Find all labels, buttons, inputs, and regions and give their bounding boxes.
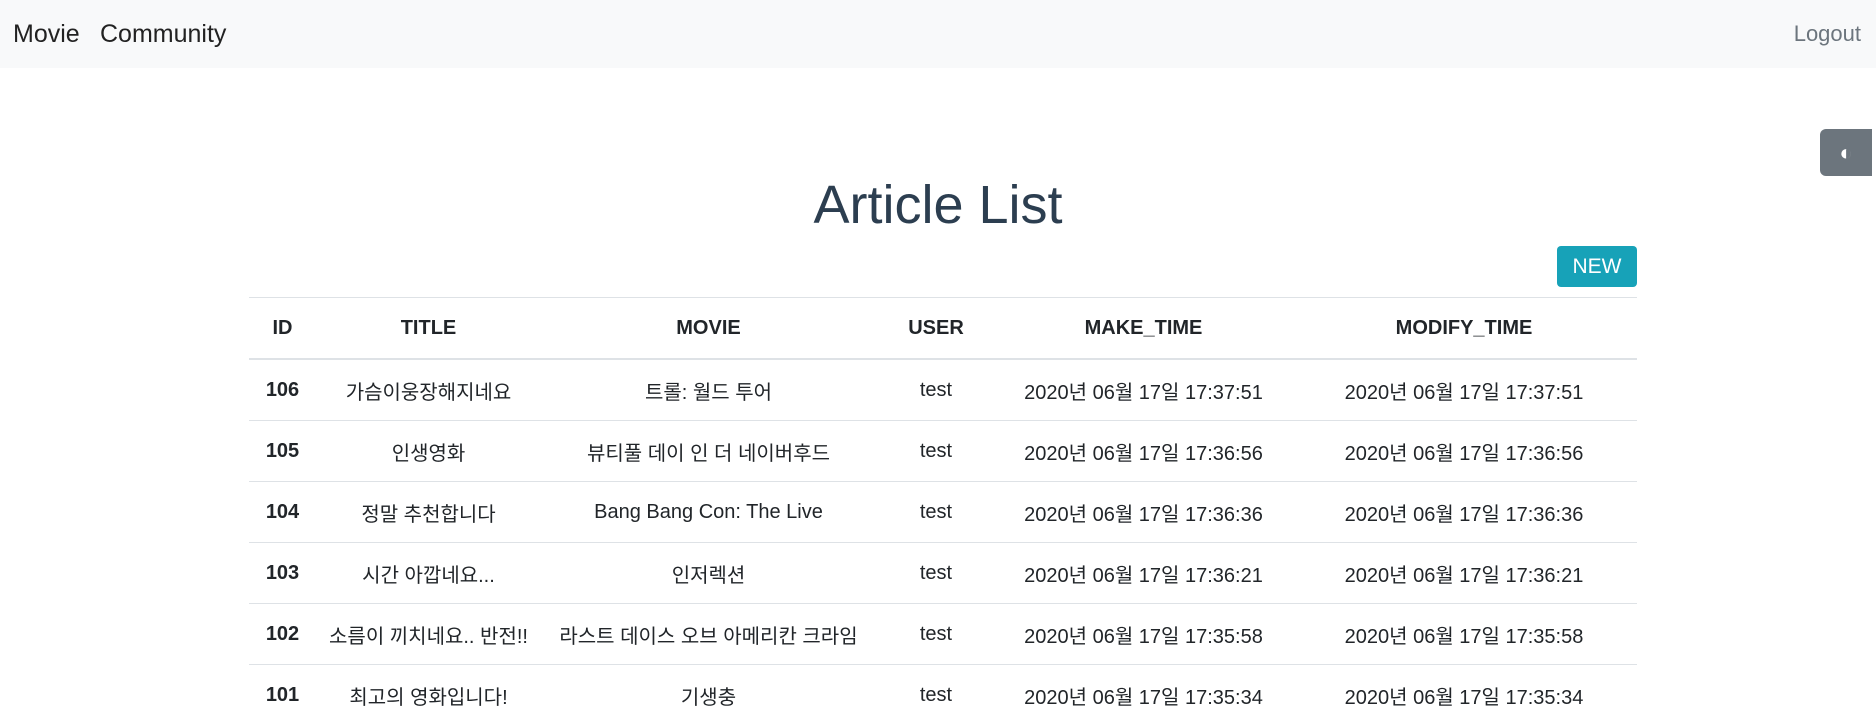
article-table: ID TITLE MOVIE USER MAKE_TIME MODIFY_TIM… [249, 297, 1637, 725]
row-id: 106 [249, 359, 316, 421]
row-user: test [876, 604, 996, 665]
row-modify-time: 2020년 06월 17일 17:37:51 [1291, 359, 1637, 421]
row-modify-time: 2020년 06월 17일 17:36:21 [1291, 543, 1637, 604]
row-movie: Bang Bang Con: The Live [541, 482, 876, 543]
row-make-time: 2020년 06월 17일 17:35:34 [996, 665, 1291, 725]
header-make-time: MAKE_TIME [996, 298, 1291, 360]
row-user: test [876, 482, 996, 543]
header-id: ID [249, 298, 316, 360]
table-header-row: ID TITLE MOVIE USER MAKE_TIME MODIFY_TIM… [249, 298, 1637, 360]
row-title[interactable]: 최고의 영화입니다! [316, 665, 541, 725]
row-id: 105 [249, 421, 316, 482]
contrast-icon: ◐ [1839, 140, 1852, 166]
row-title[interactable]: 소름이 끼치네요.. 반전!! [316, 604, 541, 665]
page-title: Article List [0, 170, 1876, 240]
header-user: USER [876, 298, 996, 360]
row-modify-time: 2020년 06월 17일 17:35:58 [1291, 604, 1637, 665]
row-id: 101 [249, 665, 316, 725]
row-movie: 라스트 데이스 오브 아메리칸 크라임 [541, 604, 876, 665]
header-movie: MOVIE [541, 298, 876, 360]
row-modify-time: 2020년 06월 17일 17:36:56 [1291, 421, 1637, 482]
row-user: test [876, 359, 996, 421]
table-row[interactable]: 101최고의 영화입니다!기생충test2020년 06월 17일 17:35:… [249, 665, 1637, 725]
row-title[interactable]: 인생영화 [316, 421, 541, 482]
row-movie: 인저렉션 [541, 543, 876, 604]
header-modify-time: MODIFY_TIME [1291, 298, 1637, 360]
row-make-time: 2020년 06월 17일 17:37:51 [996, 359, 1291, 421]
row-user: test [876, 421, 996, 482]
row-title[interactable]: 시간 아깝네요... [316, 543, 541, 604]
row-make-time: 2020년 06월 17일 17:36:21 [996, 543, 1291, 604]
theme-toggle-button[interactable]: ◐ [1820, 129, 1872, 176]
navbar: Movie Community Logout [0, 0, 1876, 68]
row-movie: 기생충 [541, 665, 876, 725]
new-article-button[interactable]: NEW [1557, 246, 1637, 287]
row-title[interactable]: 정말 추천합니다 [316, 482, 541, 543]
table-row[interactable]: 106가슴이웅장해지네요트롤: 월드 투어test2020년 06월 17일 1… [249, 359, 1637, 421]
table-row[interactable]: 104정말 추천합니다Bang Bang Con: The Livetest20… [249, 482, 1637, 543]
row-make-time: 2020년 06월 17일 17:35:58 [996, 604, 1291, 665]
row-modify-time: 2020년 06월 17일 17:36:36 [1291, 482, 1637, 543]
row-title[interactable]: 가슴이웅장해지네요 [316, 359, 541, 421]
row-modify-time: 2020년 06월 17일 17:35:34 [1291, 665, 1637, 725]
nav-movie-link[interactable]: Movie [13, 17, 80, 51]
row-movie: 뷰티풀 데이 인 더 네이버후드 [541, 421, 876, 482]
row-make-time: 2020년 06월 17일 17:36:56 [996, 421, 1291, 482]
row-make-time: 2020년 06월 17일 17:36:36 [996, 482, 1291, 543]
row-user: test [876, 665, 996, 725]
header-title: TITLE [316, 298, 541, 360]
table-row[interactable]: 102소름이 끼치네요.. 반전!!라스트 데이스 오브 아메리칸 크라임tes… [249, 604, 1637, 665]
row-id: 104 [249, 482, 316, 543]
logout-link[interactable]: Logout [1794, 19, 1861, 49]
row-movie: 트롤: 월드 투어 [541, 359, 876, 421]
row-id: 102 [249, 604, 316, 665]
row-user: test [876, 543, 996, 604]
row-id: 103 [249, 543, 316, 604]
nav-community-link[interactable]: Community [100, 17, 226, 51]
table-row[interactable]: 103시간 아깝네요...인저렉션test2020년 06월 17일 17:36… [249, 543, 1637, 604]
table-row[interactable]: 105인생영화뷰티풀 데이 인 더 네이버후드test2020년 06월 17일… [249, 421, 1637, 482]
